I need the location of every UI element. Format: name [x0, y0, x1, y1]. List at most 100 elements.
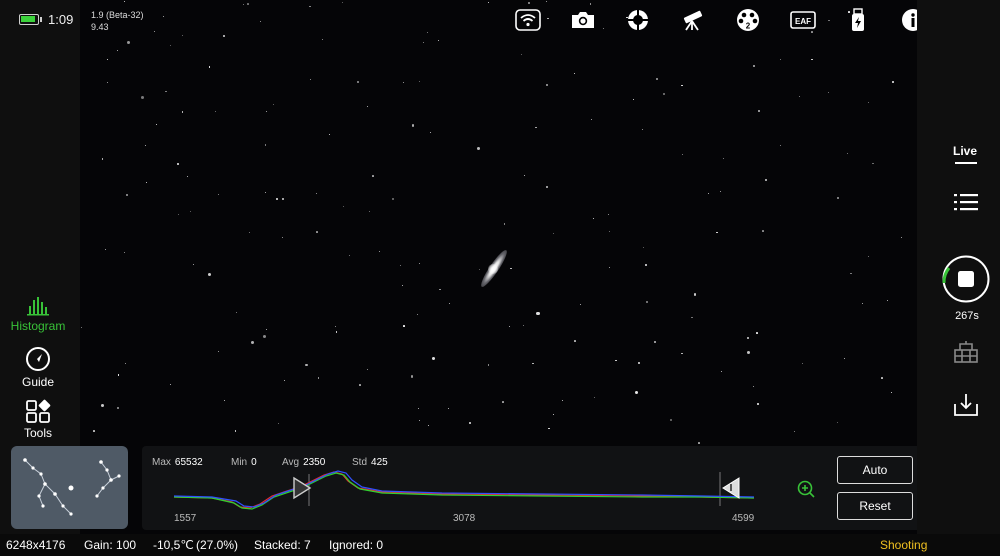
star — [222, 34, 225, 37]
zoom-in-icon[interactable] — [796, 479, 816, 499]
download-icon[interactable] — [953, 392, 979, 418]
eaf-focuser-icon[interactable]: EAF — [789, 8, 817, 32]
reset-stretch-button[interactable]: Reset — [837, 492, 913, 520]
star — [242, 3, 244, 5]
star — [359, 384, 361, 386]
star — [259, 20, 261, 22]
nav-tools[interactable]: Tools — [2, 399, 74, 440]
star — [487, 1, 489, 3]
star — [305, 363, 308, 367]
auto-stretch-button[interactable]: Auto — [837, 456, 913, 484]
star — [329, 134, 330, 136]
star — [847, 153, 848, 155]
status-bar: 6248x4176 Gain: 100 -10,5℃ (27.0%) Stack… — [0, 534, 1000, 556]
star — [716, 231, 718, 233]
star — [263, 335, 267, 339]
star — [574, 340, 576, 342]
cooler-power: (27.0%) — [196, 538, 239, 552]
star — [275, 198, 279, 201]
star — [437, 39, 439, 42]
stop-capture-button[interactable] — [942, 255, 990, 303]
star — [762, 230, 764, 232]
star — [273, 103, 275, 105]
star — [217, 194, 219, 196]
plan-icon[interactable] — [953, 340, 979, 364]
star — [593, 397, 595, 399]
star — [356, 80, 359, 84]
ignored-count: Ignored: 0 — [329, 538, 384, 552]
star — [367, 106, 369, 108]
telescope-icon[interactable] — [679, 8, 707, 32]
star — [281, 236, 283, 238]
star — [603, 27, 605, 29]
star — [836, 197, 839, 200]
wifi-icon[interactable] — [514, 8, 542, 32]
star — [502, 401, 504, 403]
star — [644, 264, 648, 267]
camera-icon[interactable] — [569, 8, 597, 32]
star — [634, 390, 639, 394]
star — [170, 45, 172, 46]
star — [448, 408, 449, 410]
star — [527, 1, 531, 4]
star — [192, 263, 195, 266]
star — [145, 144, 146, 146]
guide-target-icon[interactable] — [624, 8, 652, 32]
star — [402, 82, 404, 84]
star — [335, 331, 338, 333]
star — [545, 186, 548, 189]
star — [278, 423, 280, 425]
star — [372, 175, 374, 177]
star — [165, 90, 167, 93]
axis-label-mid: 3078 — [453, 513, 476, 524]
star — [637, 361, 640, 364]
star — [535, 126, 537, 129]
version-number: 1.9 (Beta-32) — [91, 10, 144, 20]
sky-atlas-minimap[interactable] — [11, 446, 128, 529]
star — [548, 427, 550, 430]
filter-wheel-icon[interactable]: 2 — [734, 8, 762, 32]
histogram-icon — [27, 297, 49, 316]
star — [281, 198, 284, 201]
star — [590, 119, 592, 121]
star — [417, 408, 419, 410]
star — [698, 442, 700, 444]
live-mode-underline — [955, 162, 977, 164]
star — [682, 154, 684, 156]
list-menu-icon[interactable] — [953, 191, 979, 213]
star — [642, 128, 644, 130]
star — [552, 232, 555, 235]
star — [316, 231, 318, 233]
star — [764, 179, 767, 182]
stop-icon — [958, 271, 974, 287]
capture-state: Shooting — [880, 538, 928, 552]
star — [236, 312, 238, 314]
star — [419, 263, 420, 265]
star — [117, 374, 120, 376]
star — [561, 399, 563, 402]
star — [609, 267, 611, 269]
star — [850, 272, 852, 275]
star — [532, 362, 534, 365]
star — [427, 424, 429, 426]
star — [867, 255, 870, 257]
star — [747, 350, 751, 354]
star — [663, 92, 666, 95]
star — [478, 269, 480, 271]
usb-power-icon[interactable] — [844, 8, 872, 32]
star — [887, 299, 888, 301]
star — [681, 352, 683, 354]
axis-label-left: 1557 — [174, 513, 197, 524]
nav-guide[interactable]: Guide — [2, 346, 74, 389]
star — [798, 95, 801, 97]
live-mode-tab[interactable]: Live — [953, 144, 977, 158]
star — [693, 293, 696, 296]
star — [794, 431, 796, 433]
star — [316, 193, 318, 195]
star — [234, 430, 236, 432]
nav-histogram[interactable]: Histogram — [2, 296, 74, 333]
star — [309, 5, 311, 8]
star — [900, 237, 902, 239]
star — [218, 351, 220, 353]
star — [125, 193, 128, 196]
